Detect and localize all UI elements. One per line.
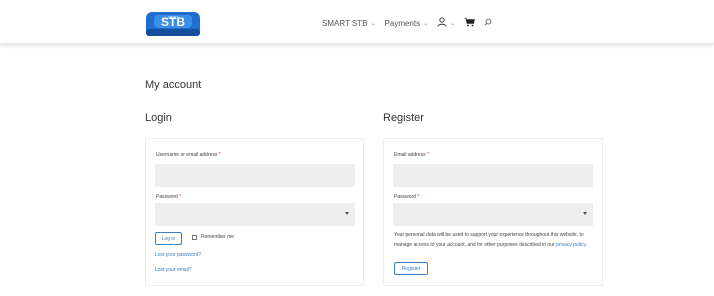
site-logo[interactable]: STB SMART (145, 9, 201, 39)
login-form: Username or email address * Password * L… (145, 138, 364, 286)
chevron-down-icon: ⌄ (450, 20, 456, 27)
required-mark: * (218, 152, 221, 158)
lost-email-link[interactable]: Lost your email? (155, 267, 192, 273)
cart-icon (464, 17, 476, 29)
main-nav: SMART STB ⌄ Payments ⌄ ⌄ (322, 17, 492, 29)
nav-item-label: Payments (384, 18, 421, 28)
password-label: Password * (156, 194, 182, 200)
user-icon (437, 17, 447, 29)
caret-down-icon (583, 212, 587, 215)
email-field[interactable] (393, 164, 593, 187)
register-button[interactable]: Register (394, 262, 428, 275)
password-field[interactable] (393, 203, 593, 226)
site-header: STB SMART SMART STB ⌄ Payments ⌄ ⌄ (0, 0, 714, 44)
chevron-down-icon: ⌄ (423, 20, 429, 27)
register-heading: Register (383, 112, 424, 124)
privacy-notice: Your personal data will be used to suppo… (394, 232, 588, 248)
nav-item-payments[interactable]: Payments ⌄ (385, 19, 429, 28)
login-button[interactable]: Log in (155, 232, 182, 245)
account-menu[interactable]: ⌄ (437, 17, 455, 29)
username-field[interactable] (155, 164, 355, 187)
required-mark: * (427, 152, 430, 158)
search-button[interactable] (484, 18, 492, 28)
required-mark: * (179, 194, 182, 200)
chevron-down-icon: ⌄ (370, 20, 376, 27)
cart-button[interactable] (464, 17, 476, 29)
email-label: Email address * (394, 152, 430, 158)
password-label: Password * (394, 194, 420, 200)
username-label: Username or email address * (156, 152, 221, 158)
login-heading: Login (145, 112, 172, 124)
page-title: My account (145, 79, 202, 91)
logo-small-text: SMART (168, 15, 179, 19)
search-icon (484, 18, 492, 28)
required-mark: * (417, 194, 420, 200)
password-field[interactable] (155, 203, 355, 226)
privacy-policy-link[interactable]: privacy policy (556, 242, 586, 248)
caret-down-icon (345, 212, 349, 215)
remember-me-label: Remember me (201, 234, 235, 240)
nav-item-label: SMART STB (322, 18, 368, 28)
nav-item-smart-stb[interactable]: SMART STB ⌄ (322, 19, 376, 28)
remember-me-checkbox[interactable] (192, 235, 197, 240)
lost-password-link[interactable]: Lost your password? (155, 252, 201, 258)
register-form: Email address * Password * Your personal… (383, 138, 603, 286)
